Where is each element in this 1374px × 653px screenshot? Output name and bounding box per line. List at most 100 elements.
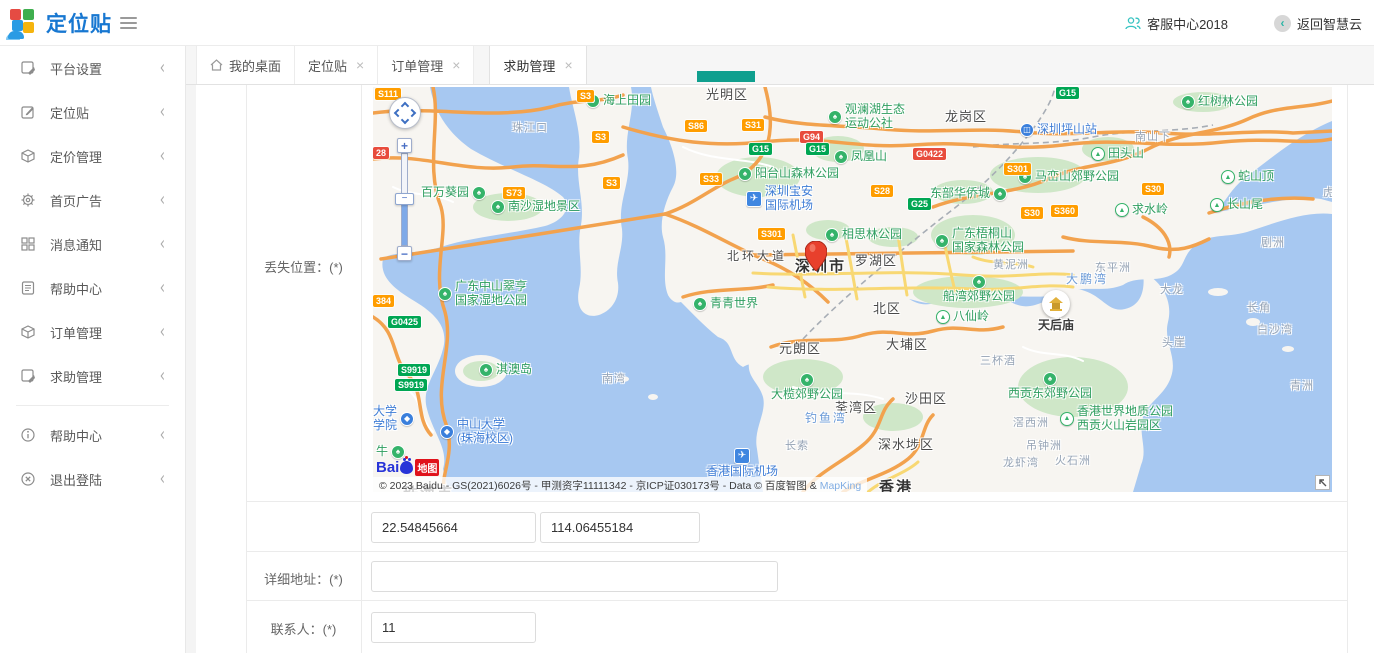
map-overview-toggle[interactable] bbox=[1315, 475, 1330, 490]
road-shield-384: 384 bbox=[373, 295, 394, 307]
map-label-龙虾湾: 龙虾湾 bbox=[1003, 457, 1039, 470]
map-label-长山尾: ▲长山尾 bbox=[1210, 198, 1263, 212]
park-icon: ♠ bbox=[828, 110, 842, 124]
tab-我的桌面[interactable]: 我的桌面 bbox=[196, 46, 295, 84]
info-icon bbox=[20, 427, 36, 443]
map-label-南湾: 南湾 bbox=[602, 373, 626, 386]
map-label-淇澳岛: ♠淇澳岛 bbox=[479, 363, 532, 377]
baidu-map[interactable]: + − − Bai 地图 © 2023 Baidu - GS(2021)6026… bbox=[373, 87, 1332, 492]
user-account[interactable]: 客服中心2018 bbox=[1125, 14, 1228, 33]
zoom-in-button[interactable]: + bbox=[397, 138, 412, 153]
map-label-吊钟洲: 吊钟洲 bbox=[1026, 440, 1062, 453]
tab-bar: 我的桌面定位贴×订单管理× 求助管理× bbox=[186, 46, 1374, 85]
address-input[interactable] bbox=[371, 561, 778, 592]
park-icon: ♠ bbox=[825, 228, 839, 242]
zoom-slider-thumb[interactable]: − bbox=[395, 193, 414, 205]
road-shield-G94: G94 bbox=[800, 131, 823, 143]
sidebar-item-label: 帮助中心 bbox=[50, 279, 160, 298]
sidebar-item-定位贴[interactable]: 定位贴‹ bbox=[0, 90, 185, 134]
map-label-广东中山翠亨国家湿地公园: ♠广东中山翠亨 国家湿地公园 bbox=[438, 280, 527, 308]
map-label-香港世界地质公园西贡火山岩园区: ▲香港世界地质公园 西贡火山岩园区 bbox=[1060, 405, 1173, 433]
road-shield-G15: G15 bbox=[749, 143, 772, 155]
sidebar-item-首页广告[interactable]: 首页广告‹ bbox=[0, 178, 185, 222]
map-label-广东梧桐山国家森林公园: ♠广东梧桐山 国家森林公园 bbox=[935, 227, 1024, 255]
road-shield-S3: S3 bbox=[592, 131, 609, 143]
map-label-大鹏湾: 大鹏湾 bbox=[1066, 273, 1108, 287]
map-label-剧洲: 剧洲 bbox=[1261, 237, 1285, 250]
doc-edit-icon bbox=[20, 60, 36, 76]
map-label-阳台山森林公园: ♠阳台山森林公园 bbox=[738, 167, 839, 181]
mountain-icon: ▲ bbox=[936, 310, 950, 324]
app-title: 定位贴 bbox=[46, 8, 112, 38]
map-label-牛: ♠牛 bbox=[376, 445, 405, 459]
sidebar-item-label: 定价管理 bbox=[50, 147, 160, 166]
scrolled-button-fragment[interactable] bbox=[697, 71, 755, 82]
map-pan-control[interactable] bbox=[389, 97, 421, 129]
park-icon: ♠ bbox=[391, 445, 405, 459]
baidu-paw-icon bbox=[400, 461, 413, 474]
chevron-left-icon: ‹ bbox=[160, 234, 165, 255]
mapking-link[interactable]: MapKing bbox=[820, 480, 861, 492]
table-border bbox=[246, 501, 1347, 502]
sidebar-item-帮助中心[interactable]: 帮助中心‹ bbox=[0, 266, 185, 310]
park-icon: ♠ bbox=[972, 275, 986, 289]
map-label-火石洲: 火石洲 bbox=[1055, 455, 1091, 468]
chevron-left-icon: ‹ bbox=[160, 469, 165, 490]
hamburger-menu-icon[interactable] bbox=[120, 17, 137, 29]
contact-input[interactable] bbox=[371, 612, 536, 643]
mountain-icon: ▲ bbox=[1210, 198, 1224, 212]
map-label-大学学院: ◆大学 学院 bbox=[373, 405, 414, 433]
map-label-中山大学(珠海校区): ◆中山大学 (珠海校区) bbox=[440, 418, 513, 446]
map-label-大埔区: 大埔区 bbox=[886, 338, 928, 353]
map-label-南山下: 南山下 bbox=[1135, 131, 1171, 144]
park-icon: ♠ bbox=[472, 186, 486, 200]
zoom-out-button[interactable]: − bbox=[397, 246, 412, 261]
tab-close-icon[interactable]: × bbox=[356, 58, 364, 72]
sidebar-divider bbox=[16, 405, 169, 406]
longitude-input[interactable] bbox=[540, 512, 700, 543]
map-label-大龙: 大龙 bbox=[1160, 284, 1184, 297]
map-label-百万葵园: ♠百万葵园 bbox=[421, 186, 486, 200]
tab-定位贴[interactable]: 定位贴× bbox=[295, 46, 378, 84]
tab-close-icon[interactable]: × bbox=[564, 58, 572, 72]
doc-icon bbox=[20, 280, 36, 296]
map-label-深圳坪山站: ◫深圳坪山站 bbox=[1020, 123, 1097, 137]
map-label-田头山: ▲田头山 bbox=[1091, 147, 1144, 161]
tab-订单管理[interactable]: 订单管理× bbox=[378, 46, 474, 84]
sidebar-item-平台设置[interactable]: 平台设置‹ bbox=[0, 46, 185, 90]
user-icon bbox=[1125, 16, 1141, 30]
map-label-大榄郊野公园: ♠大榄郊野公园 bbox=[771, 373, 843, 402]
map-pin-icon[interactable] bbox=[805, 241, 827, 271]
road-shield-S73: S73 bbox=[503, 187, 525, 199]
chevron-left-icon: ‹ bbox=[160, 102, 165, 123]
chevron-left-icon: ‹ bbox=[160, 322, 165, 343]
back-to-cloud-button[interactable]: ‹ 返回智慧云 bbox=[1274, 14, 1362, 33]
map-label-沙田区: 沙田区 bbox=[905, 392, 947, 407]
gear-icon bbox=[20, 192, 36, 208]
map-label-天后庙: 天后庙 bbox=[1038, 290, 1074, 333]
road-shield-G25: G25 bbox=[908, 198, 931, 210]
baidu-map-word: 地图 bbox=[415, 459, 439, 476]
contact-label: 联系人：(*) bbox=[246, 619, 361, 638]
tab-求助管理[interactable]: 求助管理× bbox=[489, 45, 586, 84]
road-shield-S31: S31 bbox=[742, 119, 764, 131]
map-label-南沙湿地景区: ♠南沙湿地景区 bbox=[491, 200, 580, 214]
sidebar-item-求助管理[interactable]: 求助管理‹ bbox=[0, 354, 185, 398]
sidebar-item-订单管理[interactable]: 订单管理‹ bbox=[0, 310, 185, 354]
latitude-input[interactable] bbox=[371, 512, 536, 543]
sidebar-item-帮助中心[interactable]: 帮助中心‹ bbox=[0, 413, 185, 457]
map-label-相思林公园: ♠相思林公园 bbox=[825, 228, 902, 242]
back-to-cloud-label: 返回智慧云 bbox=[1297, 14, 1362, 33]
table-border bbox=[246, 85, 247, 653]
sidebar-item-消息通知[interactable]: 消息通知‹ bbox=[0, 222, 185, 266]
sidebar-item-定价管理[interactable]: 定价管理‹ bbox=[0, 134, 185, 178]
sidebar-item-退出登陆[interactable]: 退出登陆‹ bbox=[0, 457, 185, 501]
chevron-left-icon: ‹ bbox=[160, 190, 165, 211]
baidu-logo: Bai 地图 bbox=[376, 459, 439, 476]
user-account-label: 客服中心2018 bbox=[1147, 14, 1228, 33]
tab-close-icon[interactable]: × bbox=[452, 58, 460, 72]
map-label-蛇山顶: ▲蛇山顶 bbox=[1221, 170, 1274, 184]
back-icon: ‹ bbox=[1274, 15, 1291, 32]
doc-edit-icon bbox=[20, 368, 36, 384]
map-label-北环大道: 北环大道 bbox=[727, 250, 787, 264]
